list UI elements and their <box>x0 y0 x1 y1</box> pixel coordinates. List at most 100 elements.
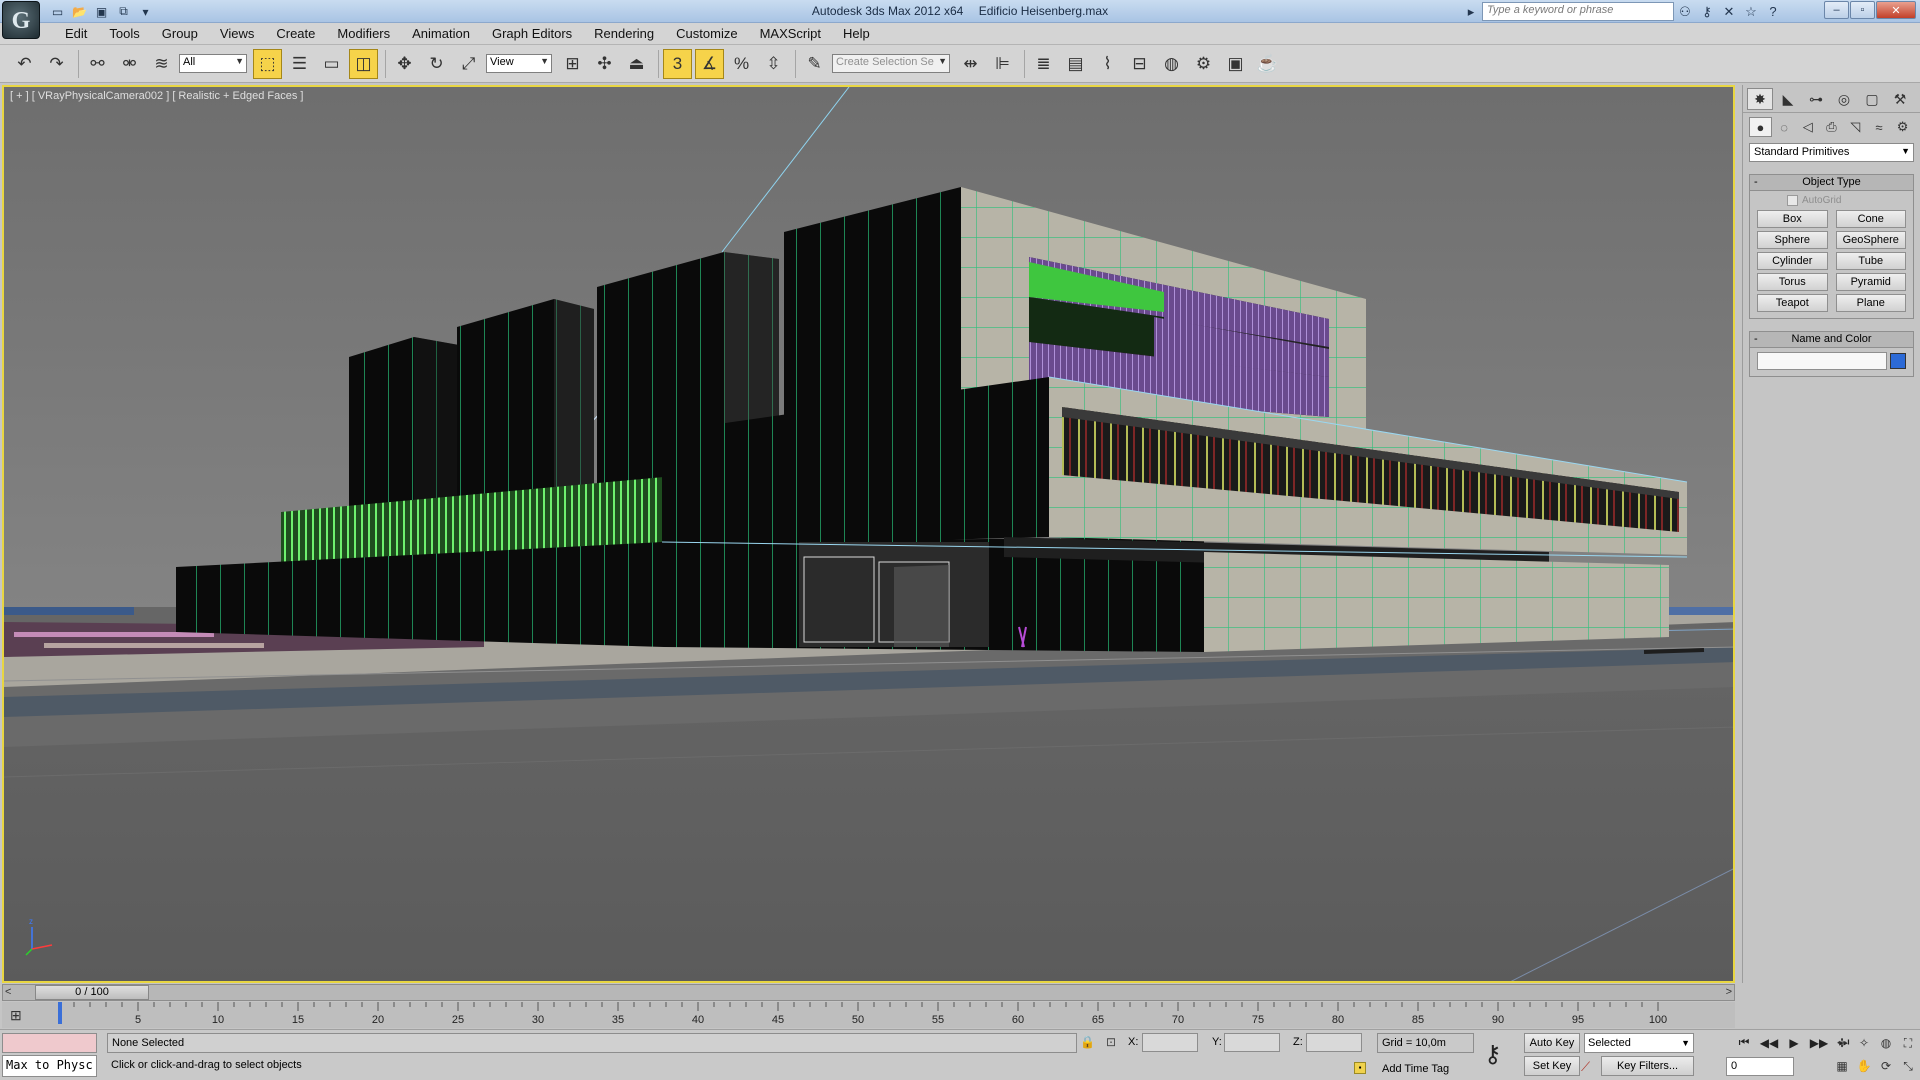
cameras-icon[interactable]: ⎙ <box>1820 117 1843 137</box>
selection-lock-icon[interactable]: 🔒 <box>1080 1035 1095 1049</box>
geosphere-button[interactable]: GeoSphere <box>1835 231 1906 249</box>
expand-arrow-icon[interactable]: ▸ <box>1460 2 1482 21</box>
field-of-view-icon[interactable]: ⤡ <box>1899 1057 1917 1075</box>
layer-manager-icon[interactable]: ≣ <box>1029 49 1058 79</box>
angle-snap-icon[interactable]: ∡ <box>695 48 724 79</box>
current-frame-marker[interactable] <box>58 1002 62 1024</box>
name-and-color-header[interactable]: - Name and Color <box>1750 332 1913 348</box>
add-time-tag[interactable]: Add Time Tag <box>1382 1063 1449 1075</box>
unlink-selection-icon[interactable]: ⚮ <box>115 49 144 79</box>
rendered-frame-window-icon[interactable]: ▣ <box>1221 49 1250 79</box>
box-button[interactable]: Box <box>1757 210 1828 228</box>
cone-button[interactable]: Cone <box>1835 210 1906 228</box>
menu-group[interactable]: Group <box>151 26 209 41</box>
primitive-category-dropdown[interactable]: Standard Primitives ▼ <box>1749 143 1914 162</box>
time-slider-next-icon[interactable]: > <box>1726 986 1732 998</box>
current-frame-field[interactable]: 0 <box>1726 1057 1794 1076</box>
align-icon[interactable]: ⊫ <box>988 49 1017 79</box>
previous-frame-icon[interactable]: ◀◀ <box>1758 1033 1780 1052</box>
y-coordinate-field[interactable] <box>1224 1033 1280 1052</box>
maximize-viewport-icon[interactable]: ⛶ <box>1899 1034 1917 1052</box>
minimize-button[interactable]: – <box>1824 1 1849 19</box>
material-editor-icon[interactable]: ◍ <box>1157 49 1186 79</box>
curve-editor-icon[interactable]: ⌇ <box>1093 49 1122 79</box>
menu-maxscript[interactable]: MAXScript <box>749 26 832 41</box>
object-name-field[interactable] <box>1757 352 1887 370</box>
communication-center-icon[interactable]: ✕ <box>1718 2 1740 21</box>
select-object-icon[interactable]: ⬚ <box>253 48 282 79</box>
binoculars-icon[interactable]: ⚇ <box>1674 2 1696 21</box>
orbit-icon[interactable]: ⟳ <box>1877 1057 1895 1075</box>
snaps-toggle-icon[interactable]: 3 <box>663 48 692 79</box>
named-selection-dropdown[interactable]: Create Selection Se ▼ <box>832 54 950 73</box>
sphere-button[interactable]: Sphere <box>1757 231 1828 249</box>
redo-icon[interactable]: ↷ <box>42 49 71 79</box>
select-and-manipulate-icon[interactable]: ✣ <box>590 49 619 79</box>
spinner-snap-icon[interactable]: ⇳ <box>759 49 788 79</box>
perspective-viewport[interactable]: [ + ] [ VRayPhysicalCamera002 ] [ Realis… <box>2 85 1735 983</box>
menu-modifiers[interactable]: Modifiers <box>326 26 401 41</box>
maximize-button[interactable]: ▫ <box>1850 1 1875 19</box>
select-and-rotate-icon[interactable]: ↻ <box>422 49 451 79</box>
key-filters-button[interactable]: Key Filters... <box>1601 1056 1694 1076</box>
autogrid-checkbox[interactable]: AutoGrid <box>1757 195 1906 206</box>
render-setup-icon[interactable]: ⚙ <box>1189 49 1218 79</box>
auto-key-button[interactable]: Auto Key <box>1524 1033 1580 1053</box>
default-tangents-icon[interactable]: ⟋ <box>1581 1059 1590 1075</box>
hierarchy-tab-icon[interactable]: ⊶ <box>1803 88 1829 110</box>
menu-create[interactable]: Create <box>265 26 326 41</box>
object-color-swatch[interactable] <box>1890 353 1906 369</box>
space-warps-icon[interactable]: ≈ <box>1868 117 1891 137</box>
application-menu-button[interactable]: G <box>2 1 40 39</box>
menu-rendering[interactable]: Rendering <box>583 26 665 41</box>
select-by-name-icon[interactable]: ☰ <box>285 49 314 79</box>
x-coordinate-field[interactable] <box>1142 1033 1198 1052</box>
absolute-mode-icon[interactable]: ⊡ <box>1106 1035 1116 1049</box>
schematic-view-icon[interactable]: ⊟ <box>1125 49 1154 79</box>
mirror-icon[interactable]: ⇹ <box>956 49 985 79</box>
set-key-button[interactable]: Set Key <box>1524 1056 1580 1076</box>
maxscript-listener-output[interactable] <box>2 1033 97 1053</box>
viewport-label[interactable]: [ + ] [ VRayPhysicalCamera002 ] [ Realis… <box>10 90 303 102</box>
time-configuration-icon[interactable]: ▦ <box>1833 1057 1851 1075</box>
subscription-icon[interactable]: ⚷ <box>1696 2 1718 21</box>
menu-tools[interactable]: Tools <box>98 26 150 41</box>
reference-coordinate-dropdown[interactable]: View ▼ <box>486 54 552 73</box>
menu-edit[interactable]: Edit <box>54 26 98 41</box>
set-keys-icon[interactable]: ⚷ <box>1484 1040 1502 1069</box>
display-tab-icon[interactable]: ▢ <box>1859 88 1885 110</box>
zoom-extents-icon[interactable]: ◍ <box>1877 1034 1895 1052</box>
render-production-icon[interactable]: ☕ <box>1253 49 1282 79</box>
percent-snap-icon[interactable]: % <box>727 49 756 79</box>
qat-dropdown-icon[interactable]: ▾ <box>136 3 155 20</box>
torus-button[interactable]: Torus <box>1757 273 1828 291</box>
favorites-star-icon[interactable]: ☆ <box>1740 2 1762 21</box>
menu-help[interactable]: Help <box>832 26 881 41</box>
go-to-start-icon[interactable]: ⏮ <box>1733 1033 1755 1052</box>
select-and-link-icon[interactable]: ⚯ <box>83 49 112 79</box>
plane-button[interactable]: Plane <box>1835 294 1906 312</box>
rectangular-selection-icon[interactable]: ▭ <box>317 49 346 79</box>
cylinder-button[interactable]: Cylinder <box>1757 252 1828 270</box>
mini-curve-editor-icon[interactable]: ⊞ <box>10 1007 22 1024</box>
utilities-tab-icon[interactable]: ⚒ <box>1887 88 1913 110</box>
graphite-ribbon-icon[interactable]: ▤ <box>1061 49 1090 79</box>
zoom-all-icon[interactable]: ✧ <box>1855 1034 1873 1052</box>
help-icon[interactable]: ? <box>1762 2 1784 21</box>
bind-to-space-warp-icon[interactable]: ≋ <box>147 49 176 79</box>
selection-set-dropdown[interactable]: Selected ▼ <box>1584 1033 1694 1053</box>
object-type-header[interactable]: - Object Type <box>1750 175 1913 191</box>
undo-icon[interactable]: ↶ <box>10 49 39 79</box>
lights-icon[interactable]: ◁ <box>1796 117 1819 137</box>
selection-filter-dropdown[interactable]: All ▼ <box>179 54 247 73</box>
search-input[interactable]: Type a keyword or phrase <box>1482 2 1674 21</box>
modify-tab-icon[interactable]: ◣ <box>1775 88 1801 110</box>
menu-animation[interactable]: Animation <box>401 26 481 41</box>
save-file-icon[interactable]: ▣ <box>92 3 111 20</box>
next-frame-icon[interactable]: ▶▶ <box>1808 1033 1830 1052</box>
motion-tab-icon[interactable]: ◎ <box>1831 88 1857 110</box>
open-file-icon[interactable]: 📂 <box>70 3 89 20</box>
menu-customize[interactable]: Customize <box>665 26 748 41</box>
create-tab-icon[interactable]: ✸ <box>1747 88 1773 110</box>
new-file-icon[interactable]: ▭ <box>48 3 67 20</box>
